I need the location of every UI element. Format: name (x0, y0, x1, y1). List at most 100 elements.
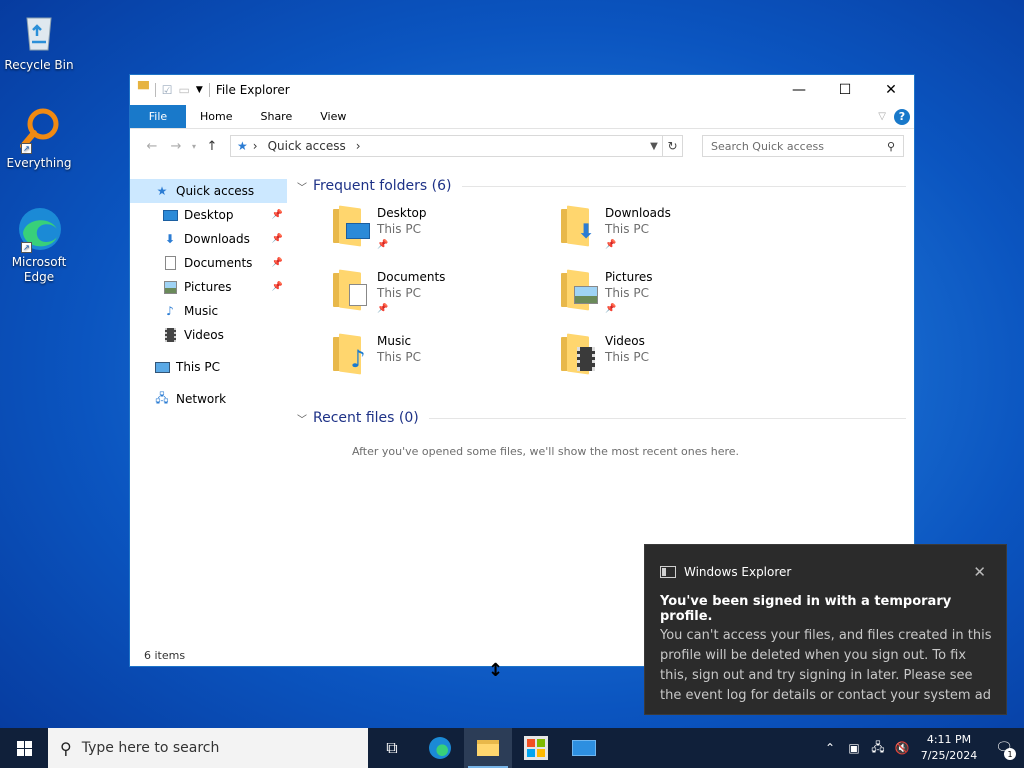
new-folder-icon[interactable]: ▭ (179, 83, 190, 97)
recent-files-header[interactable]: ﹀ Recent files (0) (297, 407, 914, 429)
chevron-right-icon[interactable]: › (248, 139, 263, 153)
mail-icon (572, 740, 596, 756)
recent-locations-button[interactable]: ▾ (188, 142, 200, 151)
taskbar-store-button[interactable] (512, 728, 560, 768)
close-icon[interactable]: ✕ (973, 563, 986, 581)
desktop-icon-recycle-bin[interactable]: Recycle Bin (4, 8, 74, 73)
tab-view[interactable]: View (306, 105, 360, 128)
sidebar-item-desktop[interactable]: Desktop 📌 (130, 203, 287, 227)
sidebar-item-pictures[interactable]: Pictures 📌 (130, 275, 287, 299)
maximize-button[interactable]: ☐ (822, 75, 868, 105)
sidebar-item-videos[interactable]: Videos (130, 323, 287, 347)
divider (154, 83, 156, 97)
folder-location: This PC (605, 222, 649, 236)
chevron-right-icon[interactable]: › (351, 139, 366, 153)
edge-icon (429, 737, 451, 759)
folder-tile-downloads[interactable]: ⬇ Downloads This PC 📌 (559, 205, 787, 269)
toast-title: You've been signed in with a temporary p… (660, 594, 952, 624)
sidebar-item-label: Documents (184, 256, 253, 270)
sidebar-item-this-pc[interactable]: This PC (130, 355, 287, 379)
address-bar[interactable]: ★ › Quick access › ▼ (230, 135, 663, 157)
tab-share[interactable]: Share (246, 105, 306, 128)
microsoft-store-icon (524, 736, 548, 760)
expand-ribbon-icon[interactable]: ▽ (878, 111, 886, 122)
network-icon[interactable]: 🖧 (866, 738, 890, 759)
forward-button[interactable]: → (164, 139, 188, 154)
window-title: File Explorer (215, 83, 290, 97)
file-explorer-icon (477, 740, 499, 756)
everything-search-icon: ↗ (15, 106, 63, 154)
tab-file[interactable]: File (130, 105, 186, 128)
document-icon (162, 255, 178, 271)
sidebar-item-documents[interactable]: Documents 📌 (130, 251, 287, 275)
pin-icon: 📌 (271, 234, 283, 244)
search-placeholder: Search Quick access (711, 139, 824, 153)
task-view-button[interactable]: ⧉ (368, 728, 416, 768)
sidebar-item-downloads[interactable]: ⬇ Downloads 📌 (130, 227, 287, 251)
sidebar-item-music[interactable]: ♪ Music (130, 299, 287, 323)
taskbar-file-explorer-button[interactable] (464, 728, 512, 768)
notification-toast[interactable]: Windows Explorer ✕ You've been signed in… (644, 544, 1007, 715)
ribbon-tabs: File Home Share View ▽ ? (130, 105, 914, 129)
title-bar[interactable]: ▀ ☑ ▭ ▼ File Explorer — ☐ ✕ (130, 75, 914, 105)
chevron-down-icon[interactable]: ﹀ (297, 179, 313, 194)
recycle-bin-icon (15, 8, 63, 56)
volume-muted-icon[interactable]: 🔇 (890, 741, 914, 755)
refresh-button[interactable]: ↻ (663, 135, 683, 157)
desktop-icon-label: Microsoft Edge (11, 255, 67, 284)
notification-count-badge: 1 (1004, 748, 1016, 760)
chevron-up-icon[interactable]: ⌃ (818, 741, 842, 755)
sidebar-item-label: Videos (184, 328, 224, 342)
clock[interactable]: 4:11 PM 7/25/2024 (914, 732, 984, 764)
pictures-folder-icon (559, 269, 601, 311)
tab-home[interactable]: Home (186, 105, 246, 128)
downloads-folder-icon: ⬇ (559, 205, 601, 247)
back-button[interactable]: ← (140, 139, 164, 154)
pin-icon: 📌 (605, 304, 617, 314)
folder-tile-videos[interactable]: Videos This PC (559, 333, 787, 397)
breadcrumb-quick-access[interactable]: Quick access (263, 139, 351, 153)
folder-icon[interactable]: ▀ (138, 82, 149, 98)
folder-tile-music[interactable]: ♪ Music This PC (331, 333, 559, 397)
search-icon: ⚲ (60, 738, 72, 758)
minimize-button[interactable]: — (776, 75, 822, 105)
taskbar-edge-button[interactable] (416, 728, 464, 768)
sidebar-item-network[interactable]: 🖧 Network (130, 387, 287, 411)
group-title: Recent files (0) (313, 410, 419, 426)
start-button[interactable] (0, 728, 48, 768)
folder-tile-documents[interactable]: Documents This PC 📌 (331, 269, 559, 333)
close-button[interactable]: ✕ (868, 75, 914, 105)
folder-name: Desktop (377, 206, 427, 220)
desktop-icon-everything[interactable]: ↗ Everything (4, 106, 74, 171)
search-input[interactable]: Search Quick access ⚲ (702, 135, 904, 157)
taskbar-search-placeholder: Type here to search (81, 740, 220, 756)
taskbar-search-box[interactable]: ⚲ Type here to search (48, 728, 368, 768)
search-icon: ⚲ (886, 139, 895, 153)
divider (208, 83, 210, 97)
action-center-button[interactable]: 🗨 1 (984, 728, 1024, 768)
folder-location: This PC (377, 286, 421, 300)
chevron-down-icon[interactable]: ﹀ (297, 411, 313, 426)
windows-explorer-app-icon (660, 566, 676, 578)
shortcut-arrow-icon: ↗ (21, 143, 32, 154)
taskbar-mail-button[interactable] (560, 728, 608, 768)
task-view-icon: ⧉ (386, 738, 398, 757)
music-icon: ♪ (166, 304, 174, 318)
customize-toolbar-icon[interactable]: ▼ (196, 85, 203, 95)
up-button[interactable]: ↑ (200, 139, 224, 154)
folder-location: This PC (377, 222, 421, 236)
properties-icon[interactable]: ☑ (162, 83, 173, 97)
sidebar-item-quick-access[interactable]: ★ Quick access (130, 179, 287, 203)
help-icon[interactable]: ? (894, 108, 910, 125)
chevron-down-icon[interactable]: ▼ (646, 141, 662, 152)
folder-tile-desktop[interactable]: Desktop This PC 📌 (331, 205, 559, 269)
desktop-folder-icon (331, 205, 373, 247)
desktop-icon-edge[interactable]: ↗ Microsoft Edge (4, 205, 74, 285)
network-icon: 🖧 (155, 390, 169, 405)
folder-name: Pictures (605, 270, 653, 284)
pin-icon: 📌 (271, 282, 283, 292)
folder-tile-pictures[interactable]: Pictures This PC 📌 (559, 269, 787, 333)
frequent-folders-header[interactable]: ﹀ Frequent folders (6) (297, 175, 914, 197)
tablet-icon[interactable]: ▣ (842, 741, 866, 755)
toast-body: You can't access your files, and files c… (660, 628, 992, 703)
